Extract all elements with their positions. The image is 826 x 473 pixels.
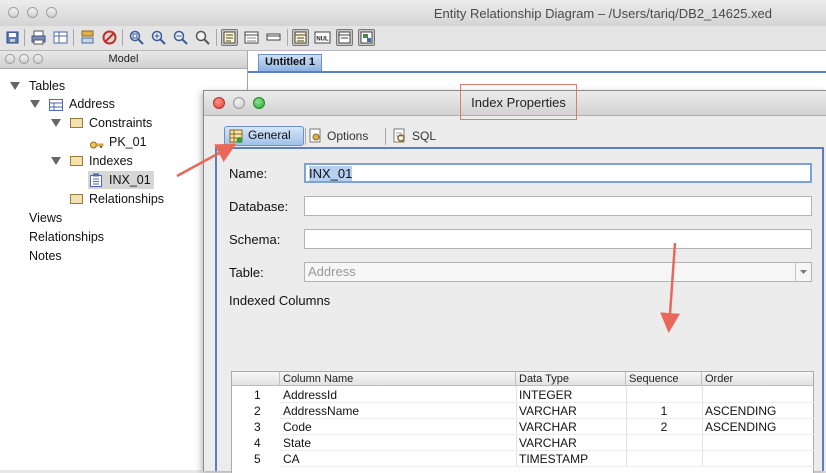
- cell-column-name[interactable]: AddressId: [283, 387, 337, 403]
- tree-item-notes[interactable]: Notes: [29, 247, 62, 265]
- cell-column-name[interactable]: State: [283, 435, 311, 451]
- column-header-sequence[interactable]: Sequence: [626, 372, 702, 386]
- cell-data-type[interactable]: VARCHAR: [519, 435, 577, 451]
- cell-sequence[interactable]: [626, 451, 702, 467]
- cell-data-type[interactable]: VARCHAR: [519, 419, 577, 435]
- dialog-title-bar: Index Properties: [204, 84, 826, 120]
- title-highlight-box: Index Properties: [460, 84, 577, 120]
- folder-icon: [70, 156, 83, 166]
- tree-item-label: INX_01: [109, 173, 151, 187]
- sql-preview-icon: [392, 128, 407, 149]
- folder-icon: [70, 194, 83, 204]
- table-select-value: Address: [308, 264, 356, 279]
- schema-field[interactable]: [304, 229, 812, 249]
- cell-sequence[interactable]: [626, 387, 702, 403]
- cell-order[interactable]: ASCENDING: [705, 403, 776, 419]
- columns-view-icon[interactable]: [243, 29, 260, 46]
- dialog-minimize-button[interactable]: [233, 97, 245, 109]
- cell-data-type[interactable]: VARCHAR: [519, 403, 577, 419]
- cell-sequence[interactable]: 1: [626, 403, 702, 419]
- tree-item-label: Tables: [29, 79, 66, 93]
- cell-data-type[interactable]: TIMESTAMP: [519, 451, 588, 467]
- notes-view-icon[interactable]: [221, 29, 238, 46]
- tree-item-label: Indexes: [89, 154, 133, 168]
- tree-item-views[interactable]: Views: [29, 209, 62, 227]
- tab-general[interactable]: General: [224, 126, 304, 146]
- table-view-icon[interactable]: [292, 29, 309, 46]
- cell-column-name[interactable]: AddressName: [283, 403, 359, 419]
- column-header-order[interactable]: Order: [702, 372, 813, 386]
- line-view-icon[interactable]: [265, 29, 282, 46]
- tree-item-label: Relationships: [89, 192, 165, 206]
- name-field-value: INX_01: [309, 166, 353, 181]
- dialog-close-button[interactable]: [213, 97, 225, 109]
- print-icon[interactable]: [30, 29, 47, 46]
- toolbar: NUL: [0, 26, 826, 51]
- general-tab-panel: Name: INX_01 Database: Schema: Table: Ad…: [215, 147, 824, 473]
- tree-expand-icon[interactable]: [10, 82, 20, 90]
- cell-order[interactable]: ASCENDING: [705, 419, 776, 435]
- row-number: 5: [254, 452, 261, 466]
- name-label: Name:: [229, 166, 268, 181]
- tree-item-label: Address: [69, 97, 115, 111]
- folder-icon: [70, 118, 83, 128]
- model-panel-title: Model: [108, 53, 139, 65]
- cell-column-name[interactable]: Code: [283, 419, 312, 435]
- dialog-zoom-button[interactable]: [253, 97, 265, 109]
- row-number: 4: [254, 436, 261, 450]
- cell-sequence[interactable]: 2: [626, 419, 702, 435]
- tree-item-relationships[interactable]: Relationships: [29, 228, 104, 246]
- window-title: Entity Relationship Diagram – /Users/tar…: [433, 6, 772, 21]
- tree-expand-icon[interactable]: [51, 157, 61, 165]
- tree-expand-icon[interactable]: [51, 119, 61, 127]
- zoom-icon[interactable]: [194, 29, 211, 46]
- table-label: Table:: [229, 265, 264, 280]
- chevron-down-icon[interactable]: [795, 263, 811, 281]
- row-number: 2: [254, 404, 261, 418]
- model-panel-header: Model: [0, 51, 247, 69]
- schema-label: Schema:: [229, 232, 281, 247]
- column-header-data-type[interactable]: Data Type: [516, 372, 626, 386]
- row-number: 3: [254, 420, 261, 434]
- indexed-columns-grid[interactable]: Column Name Data Type Sequence Order 1 A…: [231, 371, 814, 473]
- tree-item-address[interactable]: Address: [30, 95, 230, 113]
- dialog-title: Index Properties: [471, 95, 566, 110]
- tree-item-tables[interactable]: Tables: [10, 77, 210, 95]
- page-setup-icon[interactable]: [52, 29, 69, 46]
- save-icon[interactable]: [4, 29, 21, 46]
- diagram-tab-underline: [248, 71, 826, 73]
- schema-icon[interactable]: [79, 29, 96, 46]
- null-icon[interactable]: NUL: [314, 29, 331, 46]
- index-properties-dialog: Index Properties General Options SQL Pre…: [203, 84, 826, 473]
- null-icon-text: NUL: [316, 37, 329, 43]
- cell-data-type[interactable]: INTEGER: [519, 387, 572, 403]
- database-field[interactable]: [304, 196, 812, 216]
- name-field[interactable]: INX_01: [304, 163, 812, 183]
- main-title-bar: Entity Relationship Diagram – /Users/tar…: [0, 0, 826, 27]
- tab-untitled-1[interactable]: Untitled 1: [258, 54, 322, 71]
- tree-item-label: PK_01: [109, 135, 147, 149]
- zoom-in-icon[interactable]: [150, 29, 167, 46]
- tree-expand-icon[interactable]: [30, 100, 40, 108]
- tab-options-label: Options: [327, 129, 369, 143]
- cell-column-name[interactable]: CA: [283, 451, 300, 467]
- tree-item-inx[interactable]: INX_01: [88, 171, 154, 189]
- list-view-icon[interactable]: [336, 29, 353, 46]
- row-number: 1: [254, 388, 261, 402]
- grid-icon: [229, 129, 244, 147]
- zoom-fit-icon[interactable]: [128, 29, 145, 46]
- stop-icon[interactable]: [101, 29, 118, 46]
- database-label: Database:: [229, 199, 289, 214]
- indexed-columns-label: Indexed Columns: [229, 293, 331, 308]
- zoom-out-icon[interactable]: [172, 29, 189, 46]
- image-view-icon[interactable]: [358, 29, 375, 46]
- table-select[interactable]: Address: [304, 262, 812, 282]
- tree-item-label: Constraints: [89, 116, 153, 130]
- column-header-column-name[interactable]: Column Name: [280, 372, 516, 386]
- tab-general-label: General: [248, 128, 291, 142]
- options-icon: [308, 128, 323, 149]
- cell-sequence[interactable]: [626, 435, 702, 451]
- row-number-header: [232, 372, 280, 386]
